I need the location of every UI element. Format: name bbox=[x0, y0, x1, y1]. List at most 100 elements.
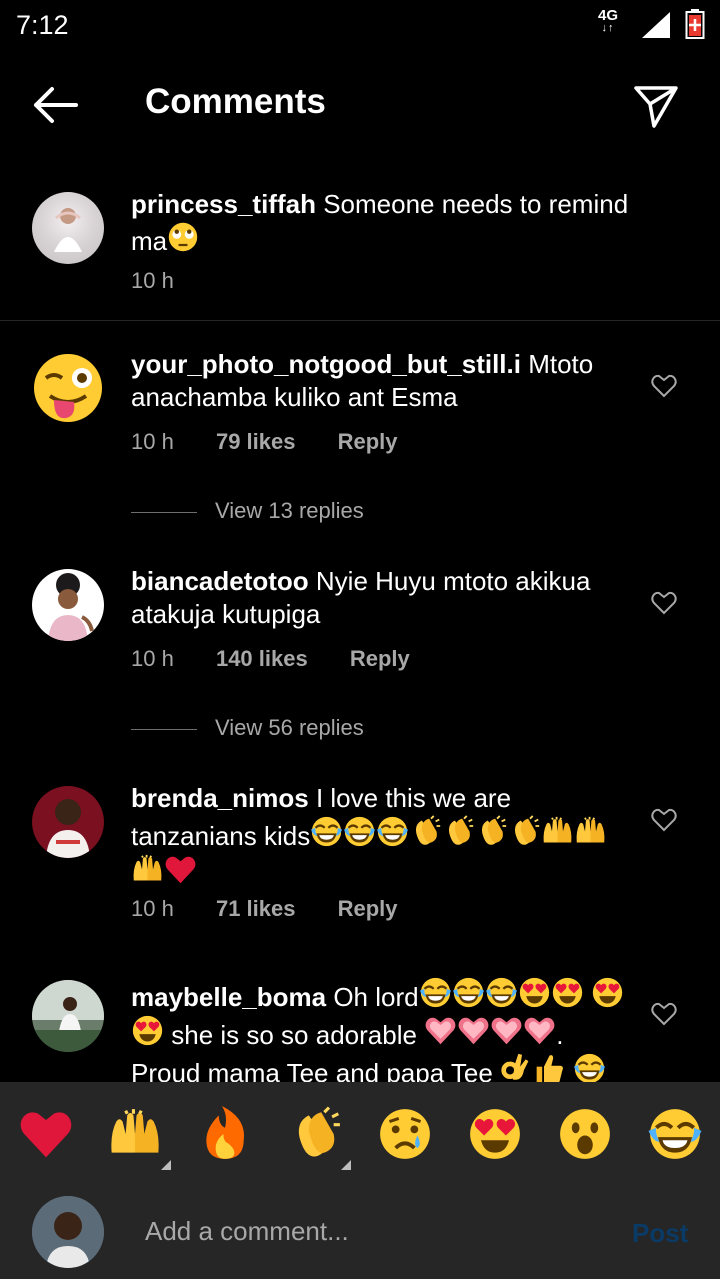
raised-hands-icon bbox=[131, 853, 164, 886]
status-time: 7:12 bbox=[16, 10, 69, 40]
replies-divider bbox=[131, 511, 197, 513]
avatar-image bbox=[54, 208, 82, 252]
tears-of-joy-icon bbox=[310, 815, 343, 848]
crying-face-reaction-icon[interactable] bbox=[377, 1106, 433, 1162]
heart-eyes-icon bbox=[518, 976, 551, 1009]
back-arrow-icon[interactable] bbox=[30, 85, 80, 125]
avatar-image bbox=[32, 980, 104, 1052]
network-indicator: 4G ↓↑ bbox=[598, 8, 618, 35]
comment-body-line3: Proud mama Tee and papa Tee bbox=[131, 1058, 493, 1082]
ok-hand-icon bbox=[500, 1052, 533, 1082]
avatar-image bbox=[48, 573, 94, 641]
tears-of-joy-icon bbox=[376, 815, 409, 848]
battery-icon bbox=[685, 9, 705, 39]
clapping-hands-icon bbox=[475, 815, 508, 848]
view-replies-button[interactable]: View 56 replies bbox=[131, 715, 364, 741]
clapping-hands-icon bbox=[442, 815, 475, 848]
pink-heart-icon bbox=[457, 1014, 490, 1047]
avatar[interactable] bbox=[32, 786, 104, 858]
heart-eyes-reaction-icon[interactable] bbox=[467, 1106, 523, 1162]
astonished-face-reaction-icon[interactable] bbox=[557, 1106, 613, 1162]
avatar[interactable] bbox=[32, 980, 104, 1052]
caption-username[interactable]: princess_tiffah bbox=[131, 189, 316, 219]
reply-button[interactable]: Reply bbox=[350, 646, 410, 671]
avatar[interactable] bbox=[32, 569, 104, 641]
heart-eyes-icon bbox=[591, 976, 624, 1009]
my-avatar bbox=[32, 1196, 104, 1268]
like-heart-icon[interactable] bbox=[651, 591, 677, 615]
post-caption: princess_tiffah Someone needs to remind … bbox=[0, 160, 720, 321]
likes-count[interactable]: 79 likes bbox=[216, 429, 296, 454]
likes-count[interactable]: 71 likes bbox=[216, 896, 296, 921]
status-bar: 7:12 4G ↓↑ bbox=[0, 0, 720, 50]
comment-text: biancadetotoo Nyie Huyu mtoto akikua ata… bbox=[131, 565, 631, 631]
top-bar: Comments bbox=[0, 60, 720, 150]
comment-username[interactable]: your_photo_notgood_but_still.i bbox=[131, 349, 521, 379]
comment-text: maybelle_boma Oh lord she is so so adora… bbox=[131, 976, 631, 1082]
comment-meta: 10 h 79 likes Reply bbox=[131, 429, 434, 455]
heart-eyes-icon bbox=[131, 1014, 164, 1047]
red-heart-reaction-icon[interactable] bbox=[18, 1106, 74, 1162]
face-with-rolling-eyes-icon bbox=[167, 221, 199, 253]
skin-tone-indicator bbox=[161, 1160, 171, 1170]
caption-meta: 10 h bbox=[131, 268, 210, 294]
red-heart-icon bbox=[164, 853, 197, 886]
raised-hands-reaction-icon[interactable] bbox=[107, 1106, 171, 1170]
winking-face-with-tongue-icon bbox=[34, 354, 102, 422]
comment-item: maybelle_boma Oh lord she is so so adora… bbox=[0, 968, 720, 1082]
raised-hands-icon bbox=[574, 815, 607, 848]
tears-of-joy-icon bbox=[452, 976, 485, 1009]
comment-body-line2: she is so so adorable bbox=[171, 1020, 417, 1050]
pink-heart-icon bbox=[424, 1014, 457, 1047]
reply-button[interactable]: Reply bbox=[338, 429, 398, 454]
clapping-hands-icon bbox=[508, 815, 541, 848]
comment-text: brenda_nimos I love this we are tanzania… bbox=[131, 782, 631, 891]
page-title: Comments bbox=[145, 82, 326, 121]
pink-heart-icon bbox=[490, 1014, 523, 1047]
comment-body-line1: Oh lord bbox=[333, 982, 419, 1012]
avatar-image bbox=[32, 1196, 104, 1268]
raised-hands-icon bbox=[541, 815, 574, 848]
avatar[interactable] bbox=[32, 352, 104, 424]
comment-username[interactable]: maybelle_boma bbox=[131, 982, 326, 1012]
signal-icon bbox=[642, 12, 670, 38]
view-replies-button[interactable]: View 13 replies bbox=[131, 498, 364, 524]
comment-time: 10 h bbox=[131, 896, 174, 921]
clapping-hands-reaction-icon[interactable] bbox=[287, 1106, 351, 1170]
avatar[interactable] bbox=[32, 192, 104, 264]
tears-of-joy-icon bbox=[573, 1052, 606, 1082]
like-heart-icon[interactable] bbox=[651, 1002, 677, 1026]
comment-meta: 10 h 71 likes Reply bbox=[131, 896, 434, 922]
caption-time: 10 h bbox=[131, 268, 174, 293]
send-direct-icon[interactable] bbox=[632, 82, 680, 130]
fire-reaction-icon[interactable] bbox=[197, 1106, 253, 1162]
tears-of-joy-icon bbox=[419, 976, 452, 1009]
comment-time: 10 h bbox=[131, 429, 174, 454]
post-button[interactable]: Post bbox=[632, 1218, 688, 1249]
replies-divider bbox=[131, 728, 197, 730]
tears-of-joy-icon bbox=[343, 815, 376, 848]
reply-button[interactable]: Reply bbox=[338, 896, 398, 921]
comment-text: your_photo_notgood_but_still.i Mtoto ana… bbox=[131, 348, 631, 414]
comment-username[interactable]: brenda_nimos bbox=[131, 783, 309, 813]
tears-of-joy-reaction-icon[interactable] bbox=[647, 1106, 703, 1162]
tears-of-joy-icon bbox=[485, 976, 518, 1009]
view-replies-label: View 56 replies bbox=[215, 715, 364, 740]
pink-heart-icon bbox=[523, 1014, 556, 1047]
like-heart-icon[interactable] bbox=[651, 808, 677, 832]
add-comment-input[interactable]: Add a comment... bbox=[145, 1216, 349, 1247]
thumbs-up-icon bbox=[533, 1052, 566, 1082]
comment-username[interactable]: biancadetotoo bbox=[131, 566, 309, 596]
clapping-hands-icon bbox=[409, 815, 442, 848]
heart-eyes-icon bbox=[551, 976, 584, 1009]
view-replies-label: View 13 replies bbox=[215, 498, 364, 523]
avatar-image bbox=[46, 799, 90, 858]
comment-meta: 10 h 140 likes Reply bbox=[131, 646, 446, 672]
like-heart-icon[interactable] bbox=[651, 374, 677, 398]
comment-composer: Add a comment... Post bbox=[0, 1190, 720, 1279]
quick-reactions-bar bbox=[0, 1082, 720, 1190]
skin-tone-indicator bbox=[341, 1160, 351, 1170]
likes-count[interactable]: 140 likes bbox=[216, 646, 308, 671]
caption-text: princess_tiffah Someone needs to remind … bbox=[131, 188, 631, 258]
comment-time: 10 h bbox=[131, 646, 174, 671]
